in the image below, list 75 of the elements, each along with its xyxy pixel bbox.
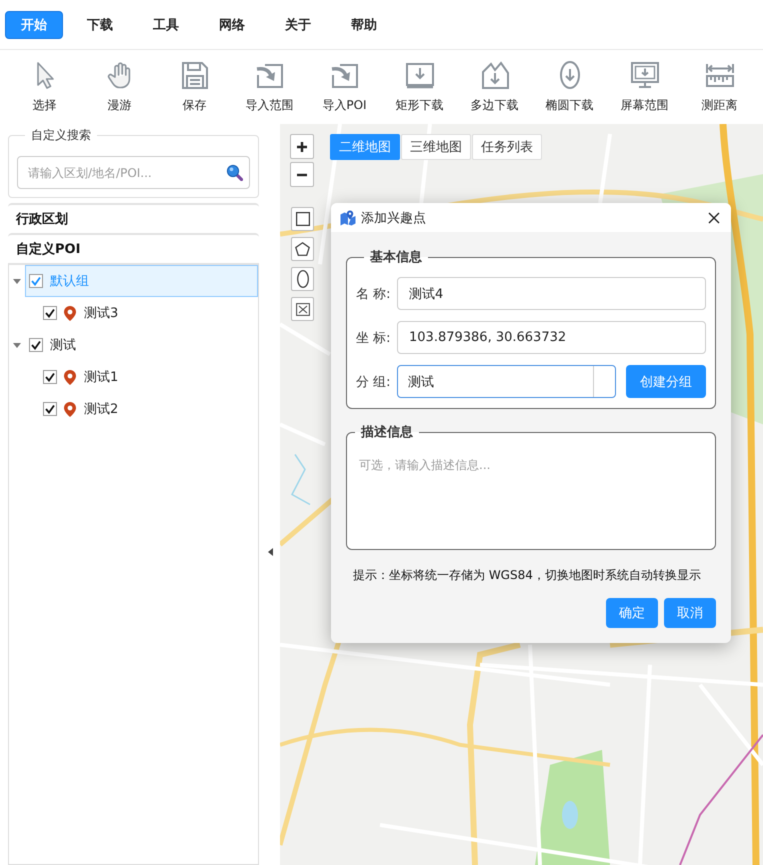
item-label: 测试3 [84,305,118,322]
left-triangle-icon[interactable] [268,548,272,556]
caret-icon[interactable] [13,277,21,285]
text-field[interactable]: 测试4 [397,277,706,310]
search-icon[interactable] [226,164,243,181]
zoom-in-button[interactable] [290,134,314,159]
draw-tool-button[interactable] [291,207,314,231]
boxed-x-icon [296,302,310,316]
checkbox[interactable] [29,338,43,352]
tool-button[interactable]: 测距离 [682,50,757,124]
item-label: 默认组 [50,273,89,290]
close-button[interactable] [706,210,722,226]
tree-item[interactable]: 测试2 [39,393,258,425]
checkbox[interactable] [43,402,57,416]
tool-button[interactable]: 漫游 [82,50,157,124]
menu-tab[interactable]: 下载 [71,10,129,38]
menu-tab[interactable]: 工具 [137,10,195,38]
description-field[interactable]: 描述信息 可选，请输入描述信息... [346,423,716,550]
menu-tab[interactable]: 网络 [203,10,261,38]
group-legend: 描述信息 [355,423,419,441]
search-field[interactable]: 请输入区划/地名/POI... [17,156,250,189]
check-icon [45,372,55,382]
rectangle-download-icon [404,60,436,90]
tool-button[interactable]: 多边下载 [457,50,532,124]
draw-tool-button[interactable] [291,237,314,261]
checkbox[interactable] [29,274,43,288]
ellipse-icon [296,270,308,288]
tool-button[interactable]: 选择 [7,50,82,124]
caret-icon[interactable] [13,341,21,349]
text-field[interactable]: 103.879386, 30.663732 [397,321,706,354]
check-icon [31,276,41,286]
close-icon [708,212,720,224]
field-label: 名 称: [356,286,388,302]
minus-icon [296,172,308,176]
menu-tab[interactable]: 帮助 [335,10,393,38]
tree-item[interactable]: 测试3 [39,297,258,329]
location-pin-icon [64,370,76,384]
zoom-out-button[interactable] [290,162,314,187]
map-view-tab[interactable]: 三维地图 [401,134,471,160]
item-label: 测试1 [84,369,118,386]
plus-icon [296,140,308,152]
tool-button[interactable]: 导入POI [307,50,382,124]
check-icon [45,404,55,414]
menu-tab[interactable]: 关于 [269,10,327,38]
item-label: 测试2 [84,401,118,418]
square-icon [296,212,310,226]
hint-text: 提示：坐标将统一存储为 WGS84，切换地图时系统自动转换显示 [352,567,702,584]
dialog-title: 添加兴趣点 [361,210,426,226]
tool-button[interactable]: 保存 [157,50,232,124]
tool-button[interactable]: 屏幕范围 [607,50,682,124]
group-legend: 自定义搜索 [25,127,97,144]
section-header[interactable]: 行政区划 [8,203,259,233]
field-label: 分 组: [356,374,388,390]
group-legend: 基本信息 [364,248,428,266]
tool-button[interactable]: 矩形下载 [382,50,457,124]
draw-tool-button[interactable] [291,267,314,291]
location-pin-icon [64,402,76,416]
tree-item[interactable]: 测试 [25,329,258,361]
location-pin-icon [64,306,76,320]
check-icon [45,308,55,318]
group-select[interactable]: 测试 [397,365,616,398]
tool-button[interactable]: 椭圆下载 [532,50,607,124]
field-label: 坐 标: [356,330,388,346]
pentagon-icon [295,242,310,256]
tool-button[interactable]: 导入范围 [232,50,307,124]
check-icon [31,340,41,350]
tree-item[interactable]: 测试1 [39,361,258,393]
draw-tool-button[interactable] [291,297,314,321]
map-view-tab[interactable]: 任务列表 [472,134,542,160]
checkbox[interactable] [43,370,57,384]
monitor-download-icon [628,60,660,90]
item-label: 测试 [50,337,76,354]
checkbox[interactable] [43,306,57,320]
map-pin-icon [340,210,356,226]
section-header[interactable]: 自定义POI [8,233,259,263]
